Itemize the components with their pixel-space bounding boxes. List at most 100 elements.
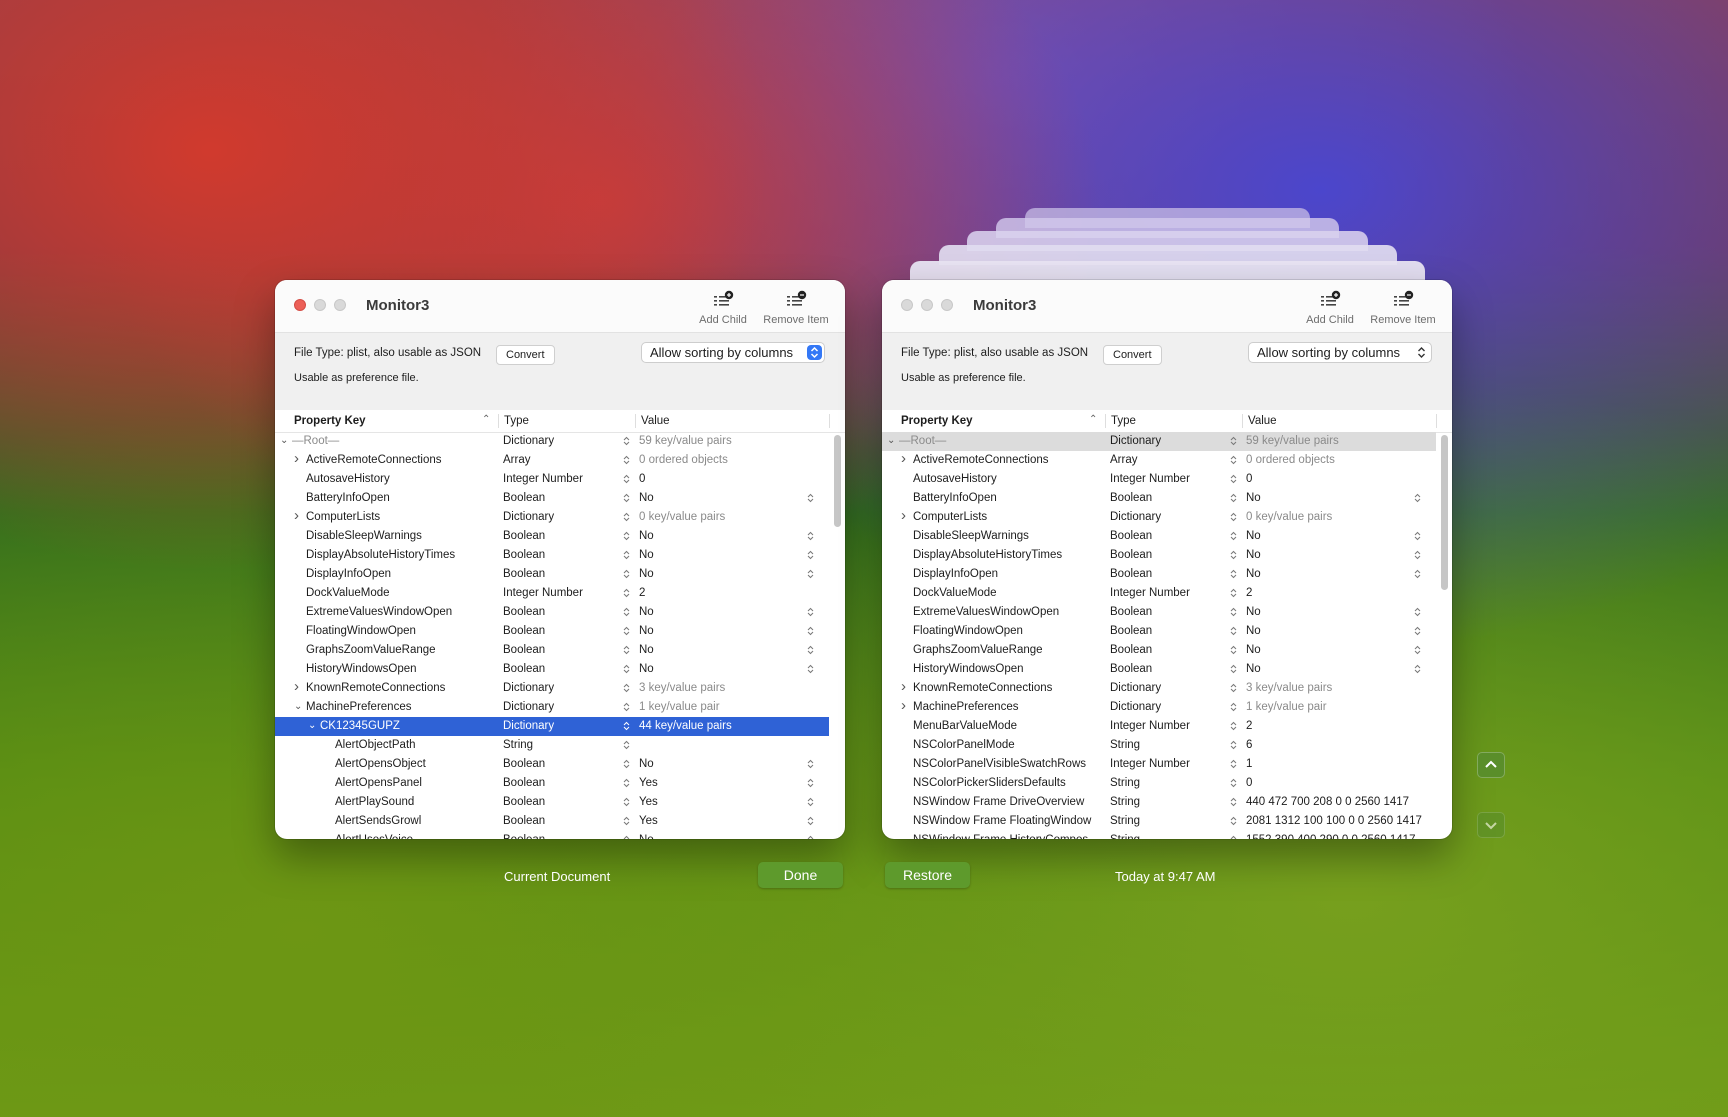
property-key[interactable]: BatteryInfoOpen xyxy=(913,492,997,504)
older-version-button[interactable] xyxy=(1477,812,1505,838)
table-row[interactable]: NSWindow Frame DriveOverview String 440 47… xyxy=(882,793,1436,812)
type-stepper-icon[interactable] xyxy=(1230,664,1237,676)
minimize-button[interactable] xyxy=(314,299,326,311)
disclosure-closed-icon[interactable]: › xyxy=(901,678,906,695)
type-stepper-icon[interactable] xyxy=(623,550,630,562)
property-key[interactable]: ActiveRemoteConnections xyxy=(306,454,442,466)
value-popup-icon[interactable] xyxy=(1414,493,1421,505)
type-stepper-icon[interactable] xyxy=(623,626,630,638)
table-row[interactable]: AlertOpensObject Boolean No xyxy=(275,755,829,774)
property-value[interactable]: No xyxy=(639,606,654,618)
property-type[interactable]: Dictionary xyxy=(503,682,554,694)
type-stepper-icon[interactable] xyxy=(623,588,630,600)
property-value[interactable]: 2081 1312 100 100 0 0 2560 1417 xyxy=(1246,815,1422,827)
property-type[interactable]: Boolean xyxy=(1110,568,1152,580)
table-row[interactable]: DisplayInfoOpen Boolean No xyxy=(275,565,829,584)
property-key[interactable]: DockValueMode xyxy=(306,587,390,599)
value-popup-icon[interactable] xyxy=(807,797,814,809)
current-document-window[interactable]: Monitor3 Add Child Remove Item File Type… xyxy=(275,280,845,839)
table-row[interactable]: ⌄ CK12345GUPZ Dictionary 44 key/value pairs xyxy=(275,717,829,736)
table-row[interactable]: DisableSleepWarnings Boolean No xyxy=(275,527,829,546)
type-stepper-icon[interactable] xyxy=(623,531,630,543)
value-popup-icon[interactable] xyxy=(807,816,814,828)
property-value[interactable]: No xyxy=(639,492,654,504)
property-key[interactable]: AlertUsesVoice xyxy=(335,834,413,839)
value-popup-icon[interactable] xyxy=(1414,569,1421,581)
type-stepper-icon[interactable] xyxy=(1230,531,1237,543)
value-popup-icon[interactable] xyxy=(807,531,814,543)
property-key[interactable]: HistoryWindowsOpen xyxy=(306,663,417,675)
table-row[interactable]: AlertObjectPath String xyxy=(275,736,829,755)
table-row[interactable]: NSWindow Frame HistoryCompos... String 155… xyxy=(882,831,1436,839)
property-key[interactable]: AutosaveHistory xyxy=(913,473,997,485)
value-popup-icon[interactable] xyxy=(807,607,814,619)
property-type[interactable]: Dictionary xyxy=(503,511,554,523)
value-popup-icon[interactable] xyxy=(807,664,814,676)
table-row[interactable]: ExtremeValuesWindowOpen Boolean No xyxy=(882,603,1436,622)
table-row[interactable]: AlertOpensPanel Boolean Yes xyxy=(275,774,829,793)
property-key[interactable]: AlertPlaySound xyxy=(335,796,414,808)
property-key[interactable]: ActiveRemoteConnections xyxy=(913,454,1049,466)
column-header-value[interactable]: Value xyxy=(1248,415,1277,427)
type-stepper-icon[interactable] xyxy=(1230,702,1237,714)
disclosure-open-icon[interactable]: ⌄ xyxy=(887,435,895,446)
property-type[interactable]: Boolean xyxy=(503,758,545,770)
property-key[interactable]: MenuBarValueMode xyxy=(913,720,1017,732)
type-stepper-icon[interactable] xyxy=(1230,778,1237,790)
property-type[interactable]: String xyxy=(1110,777,1140,789)
property-type[interactable]: String xyxy=(1110,739,1140,751)
property-value[interactable]: No xyxy=(1246,568,1261,580)
property-type[interactable]: Boolean xyxy=(503,568,545,580)
property-type[interactable]: Boolean xyxy=(503,834,545,839)
table-row[interactable]: › KnownRemoteConnections Dictionary 3 key/v… xyxy=(275,678,829,698)
value-popup-icon[interactable] xyxy=(807,778,814,790)
add-child-button[interactable]: Add Child xyxy=(1295,290,1365,326)
property-value[interactable]: No xyxy=(1246,549,1261,561)
property-key[interactable]: KnownRemoteConnections xyxy=(306,682,445,694)
remove-item-button[interactable]: Remove Item xyxy=(1368,290,1438,326)
property-key[interactable]: DisplayAbsoluteHistoryTimes xyxy=(306,549,455,561)
value-popup-icon[interactable] xyxy=(807,626,814,638)
property-value[interactable]: 0 key/value pairs xyxy=(1246,511,1332,523)
property-value[interactable]: 0 xyxy=(1246,777,1252,789)
property-value[interactable]: 3 key/value pairs xyxy=(1246,682,1332,694)
property-type[interactable]: Dictionary xyxy=(1110,435,1161,447)
property-value[interactable]: 3 key/value pairs xyxy=(639,682,725,694)
table-row[interactable]: AlertPlaySound Boolean Yes xyxy=(275,793,829,812)
property-key[interactable]: MachinePreferences xyxy=(913,701,1018,713)
property-key[interactable]: ExtremeValuesWindowOpen xyxy=(913,606,1059,618)
property-value[interactable]: No xyxy=(639,568,654,580)
property-key[interactable]: AlertOpensObject xyxy=(335,758,426,770)
type-stepper-icon[interactable] xyxy=(1230,721,1237,733)
property-key[interactable]: AlertObjectPath xyxy=(335,739,416,751)
type-stepper-icon[interactable] xyxy=(1230,569,1237,581)
property-type[interactable]: Integer Number xyxy=(1110,758,1190,770)
property-type[interactable]: Integer Number xyxy=(1110,473,1190,485)
property-value[interactable]: 0 key/value pairs xyxy=(639,511,725,523)
property-value[interactable]: 44 key/value pairs xyxy=(639,720,732,732)
column-header-value[interactable]: Value xyxy=(641,415,670,427)
property-type[interactable]: Boolean xyxy=(1110,606,1152,618)
property-key[interactable]: GraphsZoomValueRange xyxy=(306,644,436,656)
sort-option-select[interactable]: Allow sorting by columns xyxy=(641,342,825,363)
convert-button[interactable]: Convert xyxy=(1103,345,1162,365)
column-header-type[interactable]: Type xyxy=(1111,415,1136,427)
value-popup-icon[interactable] xyxy=(807,569,814,581)
property-key[interactable]: —Root— xyxy=(899,435,946,447)
disclosure-open-icon[interactable]: ⌄ xyxy=(294,701,302,712)
type-stepper-icon[interactable] xyxy=(623,721,630,733)
type-stepper-icon[interactable] xyxy=(623,436,630,448)
table-row[interactable]: ExtremeValuesWindowOpen Boolean No xyxy=(275,603,829,622)
property-value[interactable]: No xyxy=(1246,625,1261,637)
property-type[interactable]: Dictionary xyxy=(503,720,554,732)
property-value[interactable]: No xyxy=(639,758,654,770)
property-type[interactable]: Boolean xyxy=(503,625,545,637)
property-value[interactable]: No xyxy=(639,834,654,839)
table-row[interactable]: BatteryInfoOpen Boolean No xyxy=(275,489,829,508)
type-stepper-icon[interactable] xyxy=(623,474,630,486)
disclosure-closed-icon[interactable]: › xyxy=(294,507,299,524)
property-value[interactable]: No xyxy=(639,663,654,675)
type-stepper-icon[interactable] xyxy=(623,683,630,695)
property-type[interactable]: Boolean xyxy=(503,492,545,504)
property-value[interactable]: Yes xyxy=(639,796,658,808)
